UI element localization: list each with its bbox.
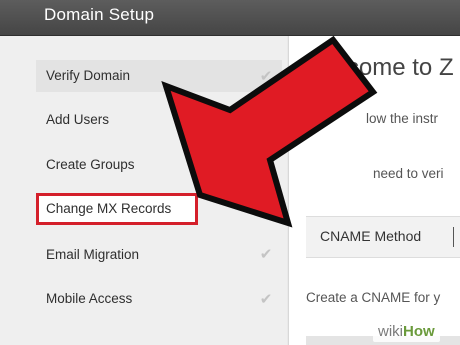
check-icon: ✔ (259, 203, 273, 220)
sidebar-item-create-groups[interactable]: Create Groups (36, 149, 282, 181)
watermark-how: How (403, 323, 435, 340)
check-icon: ✔ (259, 246, 273, 263)
wikihow-watermark: wikiHow (373, 322, 440, 342)
sidebar-item-mobile-access[interactable]: Mobile Access (36, 283, 282, 315)
method-tab-bar[interactable]: CNAME Method (306, 216, 460, 258)
instruction-text: low the instr (366, 111, 439, 126)
header-title: Domain Setup (44, 5, 155, 24)
sidebar-item-label: Email Migration (46, 247, 140, 262)
sidebar-item-email-migration[interactable]: Email Migration (36, 239, 282, 271)
sidebar-item-add-users[interactable]: Add Users (36, 104, 282, 136)
welcome-heading: Welcome to Z (306, 54, 454, 81)
check-icon: ✔ (259, 291, 273, 308)
sidebar-item-label: Add Users (46, 112, 110, 127)
cname-instruction: Create a CNAME for y (306, 290, 441, 305)
cname-method-tab[interactable]: CNAME Method (320, 228, 421, 244)
sidebar-item-label: Mobile Access (46, 291, 133, 306)
tab-separator (453, 227, 454, 247)
verify-text: need to veri (373, 166, 444, 181)
app-header: Domain Setup (0, 0, 460, 36)
sidebar-item-change-mx-records[interactable]: Change MX Records (36, 193, 198, 225)
sidebar-item-label: Verify Domain (46, 68, 131, 83)
sidebar-item-label: Create Groups (46, 157, 135, 172)
watermark-wiki: wiki (378, 323, 403, 340)
check-icon: ✔ (259, 68, 273, 85)
sidebar-item-verify-domain[interactable]: Verify Domain (36, 60, 282, 92)
sidebar-item-label: Change MX Records (46, 201, 172, 216)
